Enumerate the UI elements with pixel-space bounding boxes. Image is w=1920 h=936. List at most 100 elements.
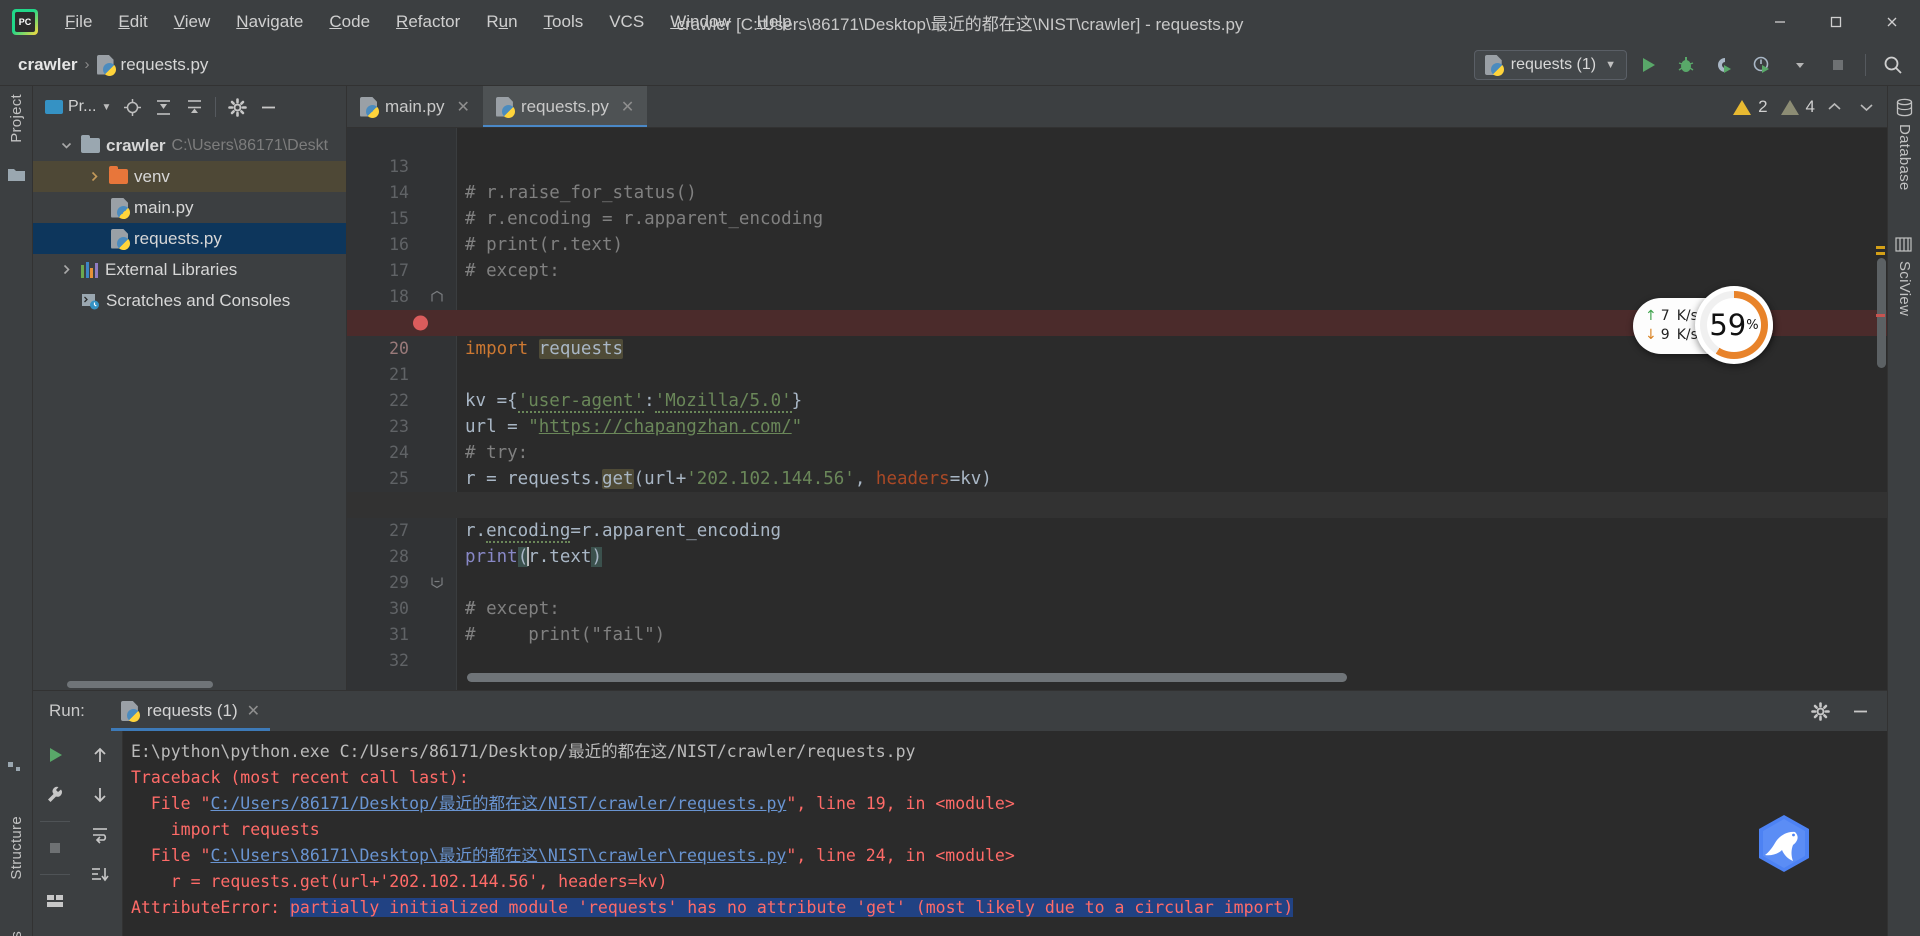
run-configuration-selector[interactable]: requests (1) ▼ [1473, 50, 1627, 80]
tab-requests-py[interactable]: requests.py ✕ [482, 86, 648, 127]
frame-file-link[interactable]: C:/Users/86171/Desktop/最近的都在这/NIST/crawl… [210, 794, 786, 813]
code-line: 22 url = "https://chapangzhan.com/" [347, 362, 1887, 437]
profile-dropdown-icon[interactable] [1783, 48, 1817, 82]
tree-node-venv[interactable]: venv [33, 161, 346, 192]
menu-help[interactable]: Help [744, 8, 805, 36]
menu-code[interactable]: Code [316, 8, 383, 36]
error-message-selected[interactable]: partially initialized module 'requests' … [289, 898, 1294, 917]
menu-run[interactable]: Run [473, 8, 530, 36]
rail-structure-label[interactable]: Structure [8, 816, 25, 880]
warning-stripe[interactable] [1876, 252, 1885, 255]
code-line: 30 # print("fail") [347, 570, 1887, 645]
console-error-line: AttributeError: partially initialized mo… [131, 895, 1887, 921]
code-line: 25 r.raise_for_status() [347, 440, 1887, 515]
soft-wrap-button[interactable] [82, 817, 118, 853]
menu-view[interactable]: View [161, 8, 224, 36]
collapse-all-icon[interactable] [180, 93, 208, 121]
rerun-button[interactable] [37, 737, 73, 773]
settings-gear-icon[interactable] [223, 93, 251, 121]
hide-run-panel-icon[interactable] [1843, 694, 1877, 728]
hummingbird-icon[interactable] [1751, 812, 1817, 878]
menu-edit[interactable]: Edit [105, 8, 160, 36]
weak-warning-icon [1780, 99, 1799, 115]
menu-window[interactable]: Window [657, 8, 743, 36]
close-button[interactable] [1864, 0, 1920, 44]
rail-sciview-label[interactable]: SciView [1896, 261, 1913, 316]
code-editor[interactable]: 13 # r.raise_for_status() 14 # r.encodin… [347, 128, 1887, 690]
external-libraries-icon [81, 261, 99, 278]
tree-label-crawler: crawler [106, 135, 166, 155]
project-panel-horizontal-scrollbar[interactable] [67, 681, 213, 688]
up-stacktrace-button[interactable] [82, 737, 118, 773]
down-stacktrace-button[interactable] [82, 777, 118, 813]
next-problem-icon[interactable] [1854, 99, 1879, 115]
tree-node-main-py[interactable]: main.py [33, 192, 346, 223]
menu-tools[interactable]: Tools [531, 8, 597, 36]
tree-label-external-libraries: External Libraries [105, 259, 238, 279]
debug-button[interactable] [1669, 48, 1703, 82]
project-view-selector[interactable]: Pr... ▼ [41, 96, 115, 118]
run-tab-requests[interactable]: requests (1) ✕ [110, 691, 271, 731]
scroll-from-source-icon[interactable] [118, 93, 146, 121]
tree-node-external-libraries[interactable]: External Libraries [33, 254, 346, 285]
rail-project-label[interactable]: Project [8, 94, 25, 143]
run-settings-gear-icon[interactable] [1803, 694, 1837, 728]
close-run-tab-icon[interactable]: ✕ [247, 701, 260, 721]
tree-node-crawler[interactable]: crawler C:\Users\86171\Deskt [33, 130, 346, 161]
search-everywhere-button[interactable] [1876, 48, 1910, 82]
expand-all-icon[interactable] [149, 93, 177, 121]
twisty-expanded-icon[interactable] [57, 140, 75, 151]
menu-vcs[interactable]: VCS [596, 8, 657, 36]
upload-speed-value: 7 [1660, 308, 1670, 324]
fold-marker-icon[interactable] [431, 239, 444, 302]
warning-stripe[interactable] [1876, 246, 1885, 249]
stop-button[interactable] [1821, 48, 1855, 82]
run-console-output[interactable]: E:\python\python.exe C:/Users/86171/Desk… [123, 731, 1887, 936]
close-tab-icon[interactable]: ✕ [457, 97, 470, 117]
python-config-icon [1484, 55, 1504, 76]
menu-navigate[interactable]: Navigate [223, 8, 316, 36]
tree-node-scratches[interactable]: Scratches and Consoles [33, 285, 346, 316]
run-button[interactable] [1631, 48, 1665, 82]
editor-horizontal-scrollbar[interactable] [467, 673, 1347, 682]
minimize-button[interactable] [1752, 0, 1808, 44]
close-tab-icon[interactable]: ✕ [621, 97, 634, 117]
download-speed-row: ↓ 9 K/s [1645, 326, 1698, 345]
tree-node-requests-py[interactable]: requests.py [33, 223, 346, 254]
previous-problem-icon[interactable] [1822, 99, 1847, 115]
editor-vertical-scrollbar[interactable] [1877, 258, 1886, 368]
run-configuration-label: requests (1) [1510, 56, 1597, 73]
profile-button[interactable] [1745, 48, 1779, 82]
tree-label-requests-py: requests.py [134, 228, 222, 248]
breadcrumb-file[interactable]: requests.py [121, 55, 209, 75]
run-actions-column-right [78, 737, 123, 936]
tab-main-py[interactable]: main.py ✕ [347, 86, 483, 127]
error-stripe[interactable] [1876, 314, 1885, 317]
stop-run-button[interactable] [37, 830, 73, 866]
menu-file[interactable]: File [52, 8, 105, 36]
maximize-button[interactable] [1808, 0, 1864, 44]
breakpoint-icon[interactable] [413, 315, 428, 331]
project-tree: crawler C:\Users\86171\Deskt venv main.p… [33, 128, 346, 316]
twisty-collapsed-icon[interactable] [85, 171, 103, 182]
frame-file-link[interactable]: C:\Users\86171\Desktop\最近的都在这\NIST\crawl… [210, 846, 786, 865]
run-with-coverage-button[interactable] [1707, 48, 1741, 82]
scroll-to-end-button[interactable] [82, 857, 118, 893]
toolbar-divider [1865, 54, 1866, 76]
rail-database-label[interactable]: Database [1896, 124, 1913, 191]
python-file-icon [120, 701, 140, 722]
fold-marker-icon[interactable] [431, 525, 444, 589]
breadcrumb-project[interactable]: crawler [18, 55, 78, 75]
menu-refactor[interactable]: Refactor [383, 8, 473, 36]
cpu-usage-ring[interactable]: 59% [1695, 286, 1773, 364]
edit-configuration-button[interactable] [37, 777, 73, 813]
twisty-collapsed-icon[interactable] [57, 264, 75, 275]
title-bar: File Edit View Navigate Code Refactor Ru… [0, 0, 1920, 44]
pycharm-logo-icon [12, 9, 38, 35]
hide-panel-icon[interactable] [254, 93, 282, 121]
python-file-icon [111, 197, 130, 219]
usage-percent: 59% [1709, 308, 1758, 342]
inspection-widget[interactable]: 2 4 [1733, 86, 1879, 128]
rail-favorites-label[interactable]: Favorites [8, 931, 25, 936]
layout-settings-button[interactable] [37, 883, 73, 919]
